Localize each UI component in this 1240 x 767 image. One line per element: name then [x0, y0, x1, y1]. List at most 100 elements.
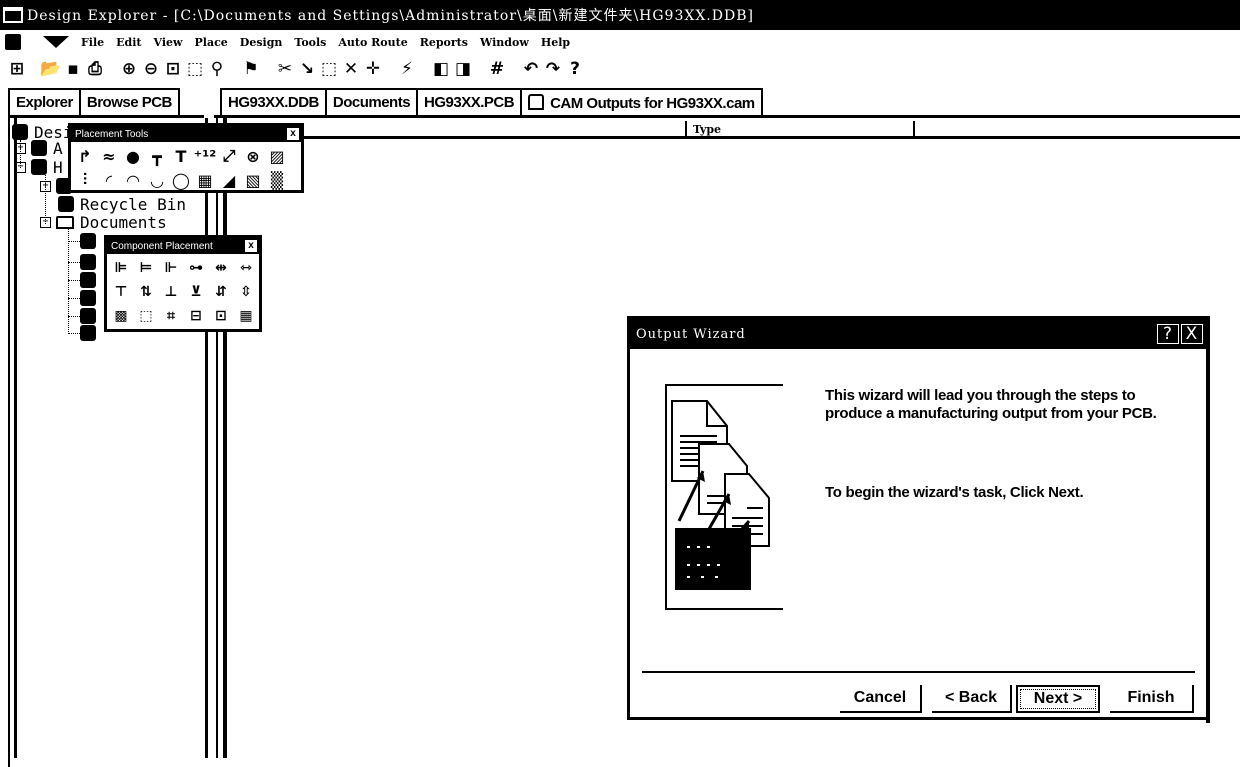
tree-item-doc[interactable] [80, 253, 102, 271]
align-tool-15-icon[interactable]: ⌗ [160, 305, 182, 327]
panel-splitter[interactable] [205, 118, 208, 758]
tree-item-h[interactable]: − H [15, 158, 63, 177]
zoom-fit-icon[interactable]: ⊡ [162, 58, 184, 80]
print-icon[interactable]: ⎙ [84, 58, 106, 80]
place-arc-edge-icon[interactable]: ◠ [122, 169, 144, 191]
align-tool-2-icon[interactable]: ⊨ [135, 257, 157, 279]
tab-cam-outputs[interactable]: CAM Outputs for HG93XX.cam [520, 88, 763, 116]
menu-design[interactable]: Design [240, 36, 283, 49]
align-tool-7-icon[interactable]: ⊤ [110, 281, 132, 303]
tree-item-recycle-bin[interactable]: Recycle Bin [58, 195, 186, 214]
place-dimension-icon[interactable]: ⤢ [218, 145, 240, 167]
move-icon[interactable]: ✛ [362, 58, 384, 80]
place-track-icon[interactable]: ↱ [74, 145, 96, 167]
place-keepout-icon[interactable]: ⊗ [242, 145, 264, 167]
close-icon[interactable]: x [245, 240, 257, 252]
open-icon[interactable]: 📂 [40, 58, 62, 80]
align-tool-9-icon[interactable]: ⊥ [160, 281, 182, 303]
panel-splitter[interactable] [216, 118, 218, 758]
place-circle-icon[interactable]: ◯ [170, 169, 192, 191]
menu-place[interactable]: Place [195, 36, 228, 49]
menu-auto-route[interactable]: Auto Route [338, 36, 407, 49]
tree-item-documents[interactable]: − Documents [40, 213, 167, 232]
place-arc-any-icon[interactable]: ◡ [146, 169, 168, 191]
menu-view[interactable]: View [154, 36, 183, 49]
tree-item-doc[interactable] [80, 307, 102, 325]
align-tool-12-icon[interactable]: ⇳ [235, 281, 257, 303]
zoom-area-icon[interactable]: ⬚ [184, 58, 206, 80]
align-tool-10-icon[interactable]: ⊻ [185, 281, 207, 303]
place-array-icon[interactable]: ▒ [266, 169, 288, 191]
collapse-icon[interactable]: − [15, 161, 26, 173]
column-header-type[interactable]: Type [687, 121, 915, 139]
back-button[interactable]: < Back [932, 685, 1012, 713]
panel-splitter[interactable] [223, 118, 227, 758]
align-tool-4-icon[interactable]: ⊶ [185, 257, 207, 279]
place-text-icon[interactable]: T [170, 145, 192, 167]
next-button[interactable]: Next > [1016, 685, 1100, 713]
cut-icon[interactable]: ✂ [274, 58, 296, 80]
place-arc-center-icon[interactable]: ◜ [98, 169, 120, 191]
place-via-icon[interactable]: ┳ [146, 145, 168, 167]
document-menu-icon[interactable] [5, 34, 21, 50]
place-library-icon[interactable]: ◨ [452, 58, 474, 80]
tree-item-doc[interactable] [80, 271, 102, 289]
help-button[interactable]: ? [1157, 324, 1179, 344]
close-button[interactable]: X [1181, 324, 1203, 344]
tab-explorer[interactable]: Explorer [8, 88, 79, 116]
tab-documents[interactable]: Documents [324, 88, 417, 116]
place-fill-icon[interactable]: ▨ [266, 145, 288, 167]
finish-button[interactable]: Finish [1110, 685, 1194, 713]
down-arrow-icon[interactable] [43, 36, 69, 48]
align-tool-3-icon[interactable]: ⊩ [160, 257, 182, 279]
place-line-icon[interactable]: ≈ [98, 145, 120, 167]
tab-hg93xx-ddb[interactable]: HG93XX.DDB [220, 88, 325, 116]
place-pad-icon[interactable]: ● [122, 145, 144, 167]
cross-probe-icon[interactable]: ⚑ [240, 58, 262, 80]
menu-reports[interactable]: Reports [420, 36, 468, 49]
design-manager-icon[interactable]: ⊞ [6, 58, 28, 80]
place-polygon-icon[interactable]: ▦ [194, 169, 216, 191]
cancel-button[interactable]: Cancel [840, 685, 922, 713]
align-tool-5-icon[interactable]: ⇹ [210, 257, 232, 279]
align-tool-6-icon[interactable]: ⇿ [235, 257, 257, 279]
undo-icon[interactable]: ↶ [520, 58, 542, 80]
menu-help[interactable]: Help [541, 36, 570, 49]
grid-icon[interactable]: # [486, 58, 508, 80]
align-tool-14-icon[interactable]: ⬚ [135, 305, 157, 327]
align-tool-16-icon[interactable]: ⊟ [185, 305, 207, 327]
tab-browse-pcb[interactable]: Browse PCB [78, 88, 180, 116]
help-icon[interactable]: ? [564, 58, 586, 80]
zoom-in-icon[interactable]: ⊕ [118, 58, 140, 80]
place-split-plane-icon[interactable]: ◢ [218, 169, 240, 191]
align-tool-18-icon[interactable]: ▦ [235, 305, 257, 327]
tab-hg93xx-pcb[interactable]: HG93XX.PCB [416, 88, 521, 116]
palette-title-bar[interactable]: Placement Tools x [71, 126, 301, 142]
menu-file[interactable]: File [81, 36, 104, 49]
menu-window[interactable]: Window [480, 36, 529, 49]
tree-item-doc[interactable] [80, 232, 102, 250]
expand-icon[interactable]: + [40, 180, 51, 192]
tree-item-doc[interactable] [80, 324, 102, 342]
redo-icon[interactable]: ↷ [542, 58, 564, 80]
expand-icon[interactable]: + [15, 142, 26, 154]
align-tool-8-icon[interactable]: ⇅ [135, 281, 157, 303]
menu-edit[interactable]: Edit [116, 36, 141, 49]
select-icon[interactable]: ⬚ [318, 58, 340, 80]
align-tool-11-icon[interactable]: ⇵ [210, 281, 232, 303]
place-coordinate-icon[interactable]: ⁺¹² [194, 145, 216, 167]
route-icon[interactable]: ↘ [296, 58, 318, 80]
align-tool-13-icon[interactable]: ▩ [110, 305, 132, 327]
dialog-title-bar[interactable]: Output Wizard ? X [630, 319, 1207, 349]
tree-item-doc[interactable] [80, 289, 102, 307]
pick-icon[interactable]: ⚡ [396, 58, 418, 80]
tree-item-a[interactable]: + A [15, 139, 63, 158]
zoom-out-icon[interactable]: ⊖ [140, 58, 162, 80]
menu-tools[interactable]: Tools [294, 36, 326, 49]
collapse-icon[interactable]: − [40, 216, 51, 228]
place-component-icon[interactable]: ⫶ [74, 169, 96, 191]
save-icon[interactable]: ▪ [62, 58, 84, 80]
align-tool-1-icon[interactable]: ⊫ [110, 257, 132, 279]
place-string-icon[interactable]: ▧ [242, 169, 264, 191]
deselect-icon[interactable]: ✕ [340, 58, 362, 80]
